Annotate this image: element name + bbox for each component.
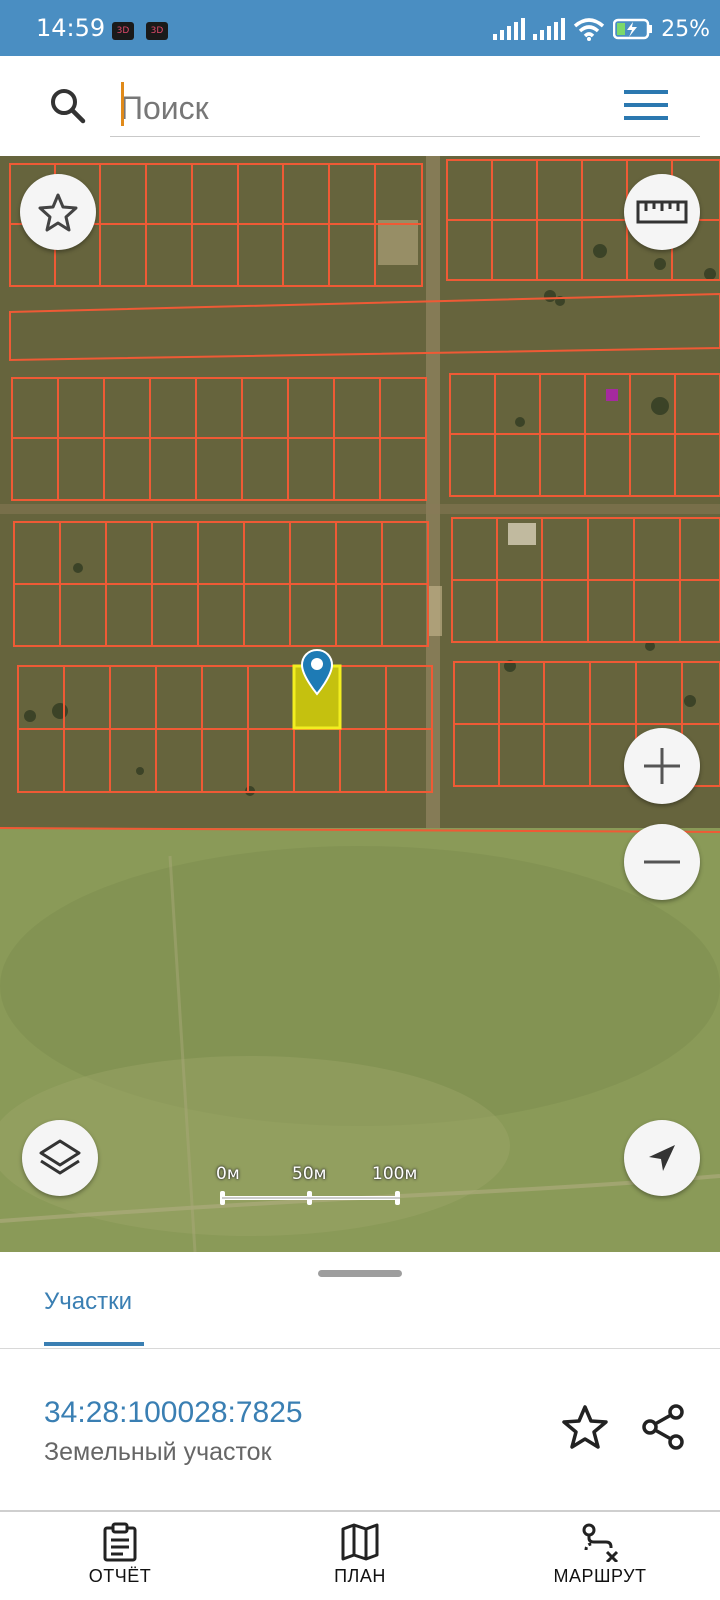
- ruler-icon: [636, 200, 688, 224]
- route-icon: [582, 1523, 619, 1562]
- status-time: 14:59: [36, 14, 106, 42]
- map-plan-icon: [341, 1523, 379, 1561]
- menu-icon[interactable]: [624, 88, 668, 122]
- scale-label: 0м: [216, 1164, 240, 1184]
- battery-charging-icon: [613, 18, 653, 40]
- search-icon[interactable]: [48, 86, 88, 126]
- battery-percent: 25%: [661, 16, 710, 42]
- nav-route[interactable]: МАРШРУТ: [530, 1512, 670, 1600]
- nav-report-label: ОТЧЁТ: [88, 1566, 152, 1586]
- map-scale-bar: 0м 50м 100м: [216, 1164, 417, 1214]
- satellite-map: [0, 156, 720, 1252]
- layers-icon: [39, 1139, 81, 1175]
- tab-indicator: [44, 1342, 144, 1346]
- map-view[interactable]: 0м 50м 100м: [0, 156, 720, 1252]
- scale-label: 100м: [372, 1164, 418, 1184]
- scale-label: 50м: [292, 1164, 327, 1184]
- nav-route-label: МАРШРУТ: [553, 1566, 647, 1586]
- location-pin-icon[interactable]: [300, 648, 334, 696]
- tab-parcels[interactable]: Участки: [44, 1288, 132, 1316]
- cell-signal-icon: [493, 18, 526, 40]
- cadastral-number[interactable]: 34:28:100028:7825: [44, 1396, 303, 1430]
- navigation-arrow-icon: [649, 1145, 675, 1171]
- minus-icon: [644, 860, 680, 864]
- measure-ruler-button[interactable]: [624, 174, 700, 250]
- divider: [0, 1348, 720, 1349]
- bottom-navigation: ОТЧЁТ ПЛАН МАРШРУТ: [0, 1512, 720, 1600]
- system-indicators: 25%: [493, 14, 710, 44]
- my-location-button[interactable]: [624, 1120, 700, 1196]
- status-bar: 14:59 3D 3D 25%: [0, 0, 720, 56]
- search-input[interactable]: [110, 80, 700, 137]
- zoom-in-button[interactable]: [624, 728, 700, 804]
- share-icon[interactable]: [638, 1402, 688, 1452]
- parcel-type: Земельный участок: [44, 1438, 272, 1466]
- search-bar: [10, 66, 710, 148]
- notification-3d-icon: 3D: [112, 22, 134, 40]
- nav-report[interactable]: ОТЧЁТ: [50, 1512, 190, 1600]
- star-outline-icon: [38, 193, 78, 232]
- cell-signal-icon: [533, 18, 566, 40]
- layers-button[interactable]: [22, 1120, 98, 1196]
- wifi-icon: [573, 18, 605, 41]
- notification-3d-icon: 3D: [146, 22, 168, 40]
- sheet-drag-handle[interactable]: [318, 1270, 402, 1277]
- favorites-button[interactable]: [20, 174, 96, 250]
- text-cursor: [121, 82, 124, 126]
- nav-plan-label: ПЛАН: [334, 1566, 386, 1586]
- bottom-sheet: Участки 34:28:100028:7825 Земельный учас…: [0, 1252, 720, 1512]
- plus-icon: [644, 748, 680, 784]
- report-clipboard-icon: [103, 1522, 137, 1562]
- nav-plan[interactable]: ПЛАН: [290, 1512, 430, 1600]
- zoom-out-button[interactable]: [624, 824, 700, 900]
- favorite-star-icon[interactable]: [560, 1402, 610, 1452]
- scale-ruler: [220, 1191, 400, 1205]
